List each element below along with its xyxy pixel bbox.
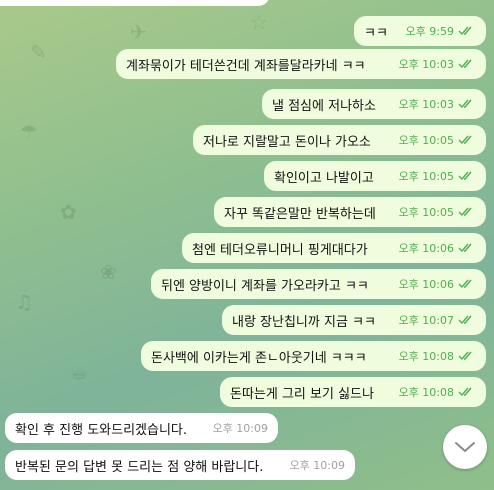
double-check-icon bbox=[458, 171, 472, 181]
doodle-pattern: ☆ bbox=[250, 10, 268, 34]
message-time: 오후 10:05 bbox=[398, 206, 454, 219]
message-time: 오후 10:05 bbox=[398, 134, 454, 147]
message-time: 오후 10:03 bbox=[398, 98, 454, 111]
message-meta: 오후 10:03 bbox=[399, 96, 476, 112]
message-meta: 오후 10:08 bbox=[399, 384, 476, 400]
message-time: 오후 10:09 bbox=[212, 422, 268, 435]
double-check-icon bbox=[458, 99, 472, 109]
outgoing-message[interactable]: ㅋㅋ 오후 9:59 bbox=[354, 16, 486, 46]
message-meta: 오후 10:08 bbox=[399, 348, 476, 364]
message-meta: 오후 10:05 bbox=[399, 204, 476, 220]
message-time: 오후 10:09 bbox=[289, 459, 345, 472]
message-meta: 오후 10:09 bbox=[290, 457, 345, 473]
message-meta: 오후 10:03 bbox=[399, 56, 476, 72]
message-meta: 오후 10:05 bbox=[399, 132, 476, 148]
incoming-message[interactable]: 반복된 문의 답변 못 드리는 점 양해 바랍니다. 오후 10:09 bbox=[5, 450, 355, 480]
message-meta: 오후 10:05 bbox=[399, 168, 476, 184]
doodle-pattern: ☂ bbox=[20, 120, 38, 144]
message-text: 내랑 장난칩니까 지금 ㅋㅋ bbox=[232, 314, 376, 330]
message-meta: 오후 10:09 bbox=[213, 420, 268, 436]
doodle-pattern: ✿ bbox=[60, 200, 77, 224]
message-text: 계좌묶이가 테더쓴건데 계좌를달라카네 ㅋㅋ bbox=[126, 58, 366, 74]
doodle-pattern: ✎ bbox=[30, 40, 47, 64]
double-check-icon bbox=[458, 315, 472, 325]
doodle-pattern: ❀ bbox=[100, 260, 117, 284]
outgoing-message[interactable]: 뒤엔 양방이니 계좌를 가오라카고 ㅋㅋ 오후 10:06 bbox=[151, 269, 486, 299]
double-check-icon bbox=[458, 207, 472, 217]
message-text: 확인 후 진행 도와드리겠습니다. bbox=[15, 422, 188, 438]
message-text: 낼 점심에 저나하소 bbox=[272, 98, 376, 114]
double-check-icon bbox=[458, 351, 472, 361]
outgoing-message[interactable]: 저나로 지랄말고 돈이나 가오소 오후 10:05 bbox=[193, 125, 486, 155]
message-meta: 오후 10:06 bbox=[399, 276, 476, 292]
outgoing-message[interactable]: 돈사백에 이카는게 존ㄴ아웃기네 ㅋㅋㅋ 오후 10:08 bbox=[141, 341, 486, 371]
double-check-icon bbox=[458, 26, 472, 36]
message-time: 오후 10:08 bbox=[398, 350, 454, 363]
message-text: 돈사백에 이카는게 존ㄴ아웃기네 ㅋㅋㅋ bbox=[151, 350, 367, 366]
message-text: 뒤엔 양방이니 계좌를 가오라카고 ㅋㅋ bbox=[161, 278, 369, 294]
message-meta: 오후 10:07 bbox=[399, 312, 476, 328]
message-text: 자꾸 똑같은말만 반복하는데 bbox=[224, 206, 376, 222]
double-check-icon bbox=[458, 387, 472, 397]
previous-message-fragment bbox=[0, 0, 270, 6]
doodle-pattern: ♫ bbox=[15, 290, 33, 314]
outgoing-message[interactable]: 첨엔 테더오류니머니 핑게대다가 오후 10:06 bbox=[182, 233, 486, 263]
message-text: 반복된 문의 답변 못 드리는 점 양해 바랍니다. bbox=[15, 459, 264, 475]
outgoing-message[interactable]: 확인이고 나발이고 오후 10:05 bbox=[264, 161, 486, 191]
message-text: 확인이고 나발이고 bbox=[274, 170, 374, 186]
outgoing-message[interactable]: 계좌묶이가 테더쓴건데 계좌를달라카네 ㅋㅋ 오후 10:03 bbox=[116, 49, 486, 79]
message-time: 오후 10:08 bbox=[398, 386, 454, 399]
message-time: 오후 10:05 bbox=[398, 170, 454, 183]
message-meta: 오후 10:06 bbox=[399, 240, 476, 256]
double-check-icon bbox=[458, 59, 472, 69]
outgoing-message[interactable]: 자꾸 똑같은말만 반복하는데 오후 10:05 bbox=[214, 197, 486, 227]
double-check-icon bbox=[458, 279, 472, 289]
chat-area: ✎ ☂ ✿ ♫ ☕ ✈ ☆ ❀ ㅋㅋ 오후 9:59 계좌묶이가 테더쓴건데 계좌를… bbox=[0, 0, 494, 490]
outgoing-message[interactable]: 낼 점심에 저나하소 오후 10:03 bbox=[262, 89, 486, 119]
outgoing-message[interactable]: 돈따는게 그리 보기 싫드나 오후 10:08 bbox=[220, 377, 486, 407]
message-text: 돈따는게 그리 보기 싫드나 bbox=[230, 386, 374, 402]
doodle-pattern: ☕ bbox=[70, 360, 88, 384]
message-time: 오후 10:06 bbox=[398, 242, 454, 255]
message-text: ㅋㅋ bbox=[364, 25, 388, 41]
double-check-icon bbox=[458, 135, 472, 145]
message-meta: 오후 9:59 bbox=[406, 23, 476, 39]
message-time: 오후 10:06 bbox=[398, 278, 454, 291]
scroll-to-bottom-button[interactable] bbox=[443, 425, 487, 469]
doodle-pattern: ✈ bbox=[130, 20, 147, 44]
double-check-icon bbox=[458, 243, 472, 253]
message-time: 오후 10:07 bbox=[398, 314, 454, 327]
incoming-message[interactable]: 확인 후 진행 도와드리겠습니다. 오후 10:09 bbox=[5, 413, 278, 443]
chevron-down-icon bbox=[455, 442, 475, 452]
message-text: 저나로 지랄말고 돈이나 가오소 bbox=[203, 134, 371, 150]
message-time: 오후 9:59 bbox=[405, 25, 454, 38]
message-text: 첨엔 테더오류니머니 핑게대다가 bbox=[192, 242, 368, 258]
message-time: 오후 10:03 bbox=[398, 58, 454, 71]
outgoing-message[interactable]: 내랑 장난칩니까 지금 ㅋㅋ 오후 10:07 bbox=[222, 305, 486, 335]
